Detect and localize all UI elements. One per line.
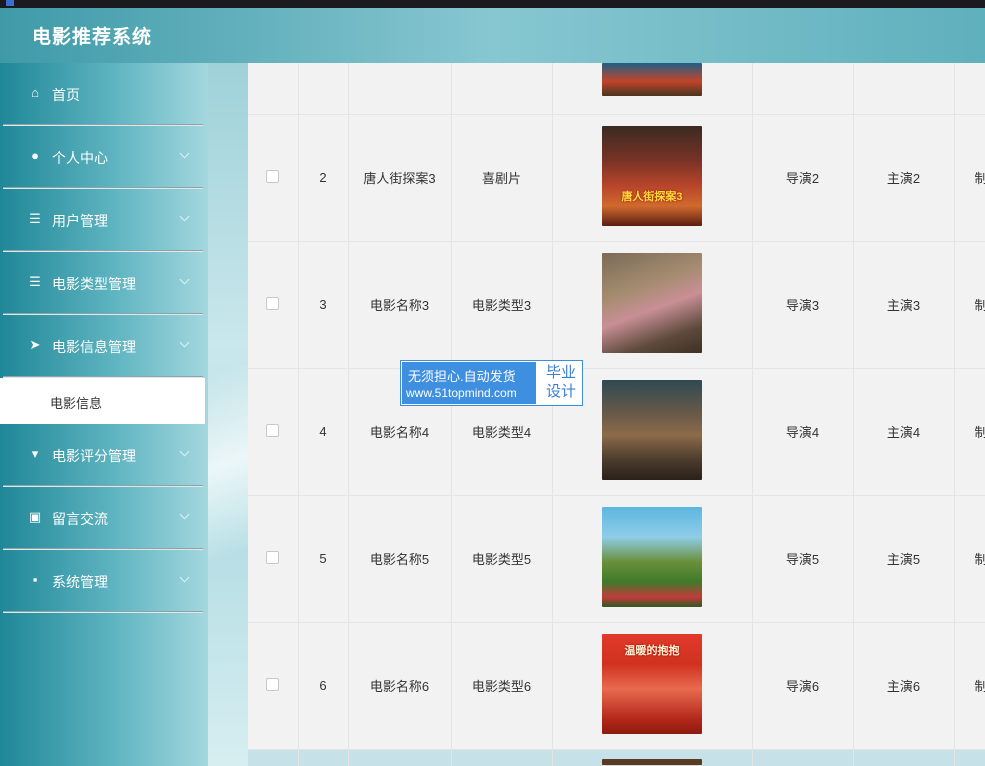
user-icon: ● [31, 148, 39, 163]
sidebar: ⌂ 首页 ● 个人中心 ☰ 用户管理 ☰ 电影类型管理 ➤ 电影信息管理 电影信… [0, 63, 208, 766]
chevron-down-icon [179, 211, 190, 222]
home-icon: ⌂ [31, 85, 39, 100]
movie-extra: 制 [954, 241, 985, 369]
chevron-down-icon [179, 572, 190, 583]
movie-director: 导演3 [752, 241, 854, 369]
watermark-url: www.51topmind.com [406, 386, 517, 400]
background-strip [208, 63, 248, 766]
sidebar-item-movie-info-management[interactable]: ➤ 电影信息管理 [0, 315, 208, 378]
movie-table-area: 2 唐人街探案3 喜剧片 唐人街探案3 导演2 主演2 制 3 电影名称3 电影… [248, 63, 985, 766]
row-checkbox[interactable] [266, 550, 280, 564]
movie-type: 喜剧片 [451, 114, 553, 242]
movie-type: 电影类型6 [451, 622, 553, 750]
row-index: 5 [298, 495, 349, 623]
sidebar-item-system-management[interactable]: ▪ 系统管理 [0, 550, 208, 613]
movie-type: 电影类型3 [451, 241, 553, 369]
sidebar-item-label: 个人中心 [52, 150, 108, 166]
chevron-down-icon [179, 446, 190, 457]
chevron-down-icon [179, 509, 190, 520]
watermark-right-text: 设计 [545, 383, 576, 400]
send-icon: ➤ [29, 337, 41, 352]
table-row: 2 唐人街探案3 喜剧片 唐人街探案3 导演2 主演2 制 [248, 114, 985, 242]
chevron-down-icon [179, 148, 190, 159]
sidebar-item-user-management[interactable]: ☰ 用户管理 [0, 189, 208, 252]
sidebar-item-messages[interactable]: ▣ 留言交流 [0, 487, 208, 550]
flag-icon: ▾ [31, 446, 39, 461]
movie-actor: 主演6 [853, 622, 955, 750]
chevron-down-icon [179, 274, 190, 285]
table-row: 3 电影名称3 电影类型3 导演3 主演3 制 [248, 241, 985, 369]
movie-table: 2 唐人街探案3 喜剧片 唐人街探案3 导演2 主演2 制 3 电影名称3 电影… [248, 63, 985, 766]
row-checkbox[interactable] [266, 169, 280, 183]
table-row [248, 63, 985, 115]
sidebar-item-personal-center[interactable]: ● 个人中心 [0, 126, 208, 189]
table-row [248, 749, 985, 766]
movie-extra: 制 [954, 622, 985, 750]
row-index: 3 [298, 241, 349, 369]
poster-title: 温暖的抱抱 [624, 645, 680, 657]
app-title: 电影推荐系统 [32, 27, 153, 48]
sidebar-item-home[interactable]: ⌂ 首页 [0, 63, 208, 126]
movie-director: 导演4 [752, 368, 854, 496]
sidebar-subitem-movie-info[interactable]: 电影信息 [0, 378, 205, 424]
movie-actor: 主演5 [853, 495, 955, 623]
sidebar-item-label: 用户管理 [52, 213, 108, 229]
sidebar-subitem-label: 电影信息 [50, 396, 103, 411]
row-checkbox[interactable] [266, 423, 280, 437]
sidebar-item-label: 首页 [52, 87, 80, 103]
divider [3, 611, 203, 613]
sidebar-item-movie-rating-management[interactable]: ▾ 电影评分管理 [0, 424, 208, 487]
sidebar-item-label: 电影信息管理 [52, 339, 136, 355]
movie-actor: 主演3 [853, 241, 955, 369]
watermark-text: 无须担心.自动发货 [408, 369, 516, 384]
row-index: 2 [298, 114, 349, 242]
movie-name: 唐人街探案3 [348, 114, 452, 242]
movie-extra: 制 [954, 368, 985, 496]
sidebar-item-label: 电影评分管理 [52, 448, 136, 464]
movie-poster [602, 507, 702, 607]
movie-director: 导演5 [752, 495, 854, 623]
movie-poster [602, 758, 702, 765]
row-index: 6 [298, 622, 349, 750]
clipboard-icon: ▣ [28, 509, 42, 524]
movie-director: 导演2 [752, 114, 854, 242]
row-index: 4 [298, 368, 349, 496]
watermark-badge: 无须担心.自动发货 www.51topmind.com 毕业 设计 [400, 360, 583, 406]
table-row: 4 电影名称4 电影类型4 导演4 主演4 制 [248, 368, 985, 496]
movie-poster [602, 253, 702, 353]
sidebar-item-movie-type-management[interactable]: ☰ 电影类型管理 [0, 252, 208, 315]
poster-title: 唐人街探案3 [621, 191, 683, 203]
movie-actor: 主演4 [853, 368, 955, 496]
os-title-bar [0, 0, 985, 8]
table-row: 6 电影名称6 电影类型6 温暖的抱抱 导演6 主演6 制 [248, 622, 985, 750]
sidebar-item-label: 电影类型管理 [52, 276, 136, 292]
decorative-swoosh [208, 313, 248, 613]
movie-poster [602, 380, 702, 480]
movie-poster: 温暖的抱抱 [602, 634, 702, 734]
movie-director: 导演6 [752, 622, 854, 750]
app-header: 电影推荐系统 [0, 8, 985, 63]
chevron-down-icon [179, 337, 190, 348]
movie-type: 电影类型5 [451, 495, 553, 623]
row-checkbox[interactable] [266, 677, 280, 691]
movie-poster: 唐人街探案3 [602, 126, 702, 226]
comment-icon: ▪ [32, 572, 38, 587]
watermark-left: 无须担心.自动发货 www.51topmind.com [402, 362, 536, 404]
movie-extra: 制 [954, 114, 985, 242]
sidebar-item-label: 留言交流 [52, 511, 108, 527]
movie-extra: 制 [954, 495, 985, 623]
list-icon: ☰ [29, 211, 41, 226]
table-row: 5 电影名称5 电影类型5 导演5 主演5 制 [248, 495, 985, 623]
movie-name: 电影名称3 [348, 241, 452, 369]
sidebar-item-label: 系统管理 [52, 574, 108, 590]
row-checkbox[interactable] [266, 296, 280, 310]
movie-name: 电影名称5 [348, 495, 452, 623]
watermark-right: 毕业 设计 [541, 363, 581, 401]
movie-actor: 主演2 [853, 114, 955, 242]
watermark-right-text: 毕业 [545, 364, 576, 381]
list-indent-icon: ☰ [29, 274, 41, 289]
app-window-icon [6, 0, 14, 6]
movie-poster [602, 63, 702, 96]
movie-name: 电影名称6 [348, 622, 452, 750]
